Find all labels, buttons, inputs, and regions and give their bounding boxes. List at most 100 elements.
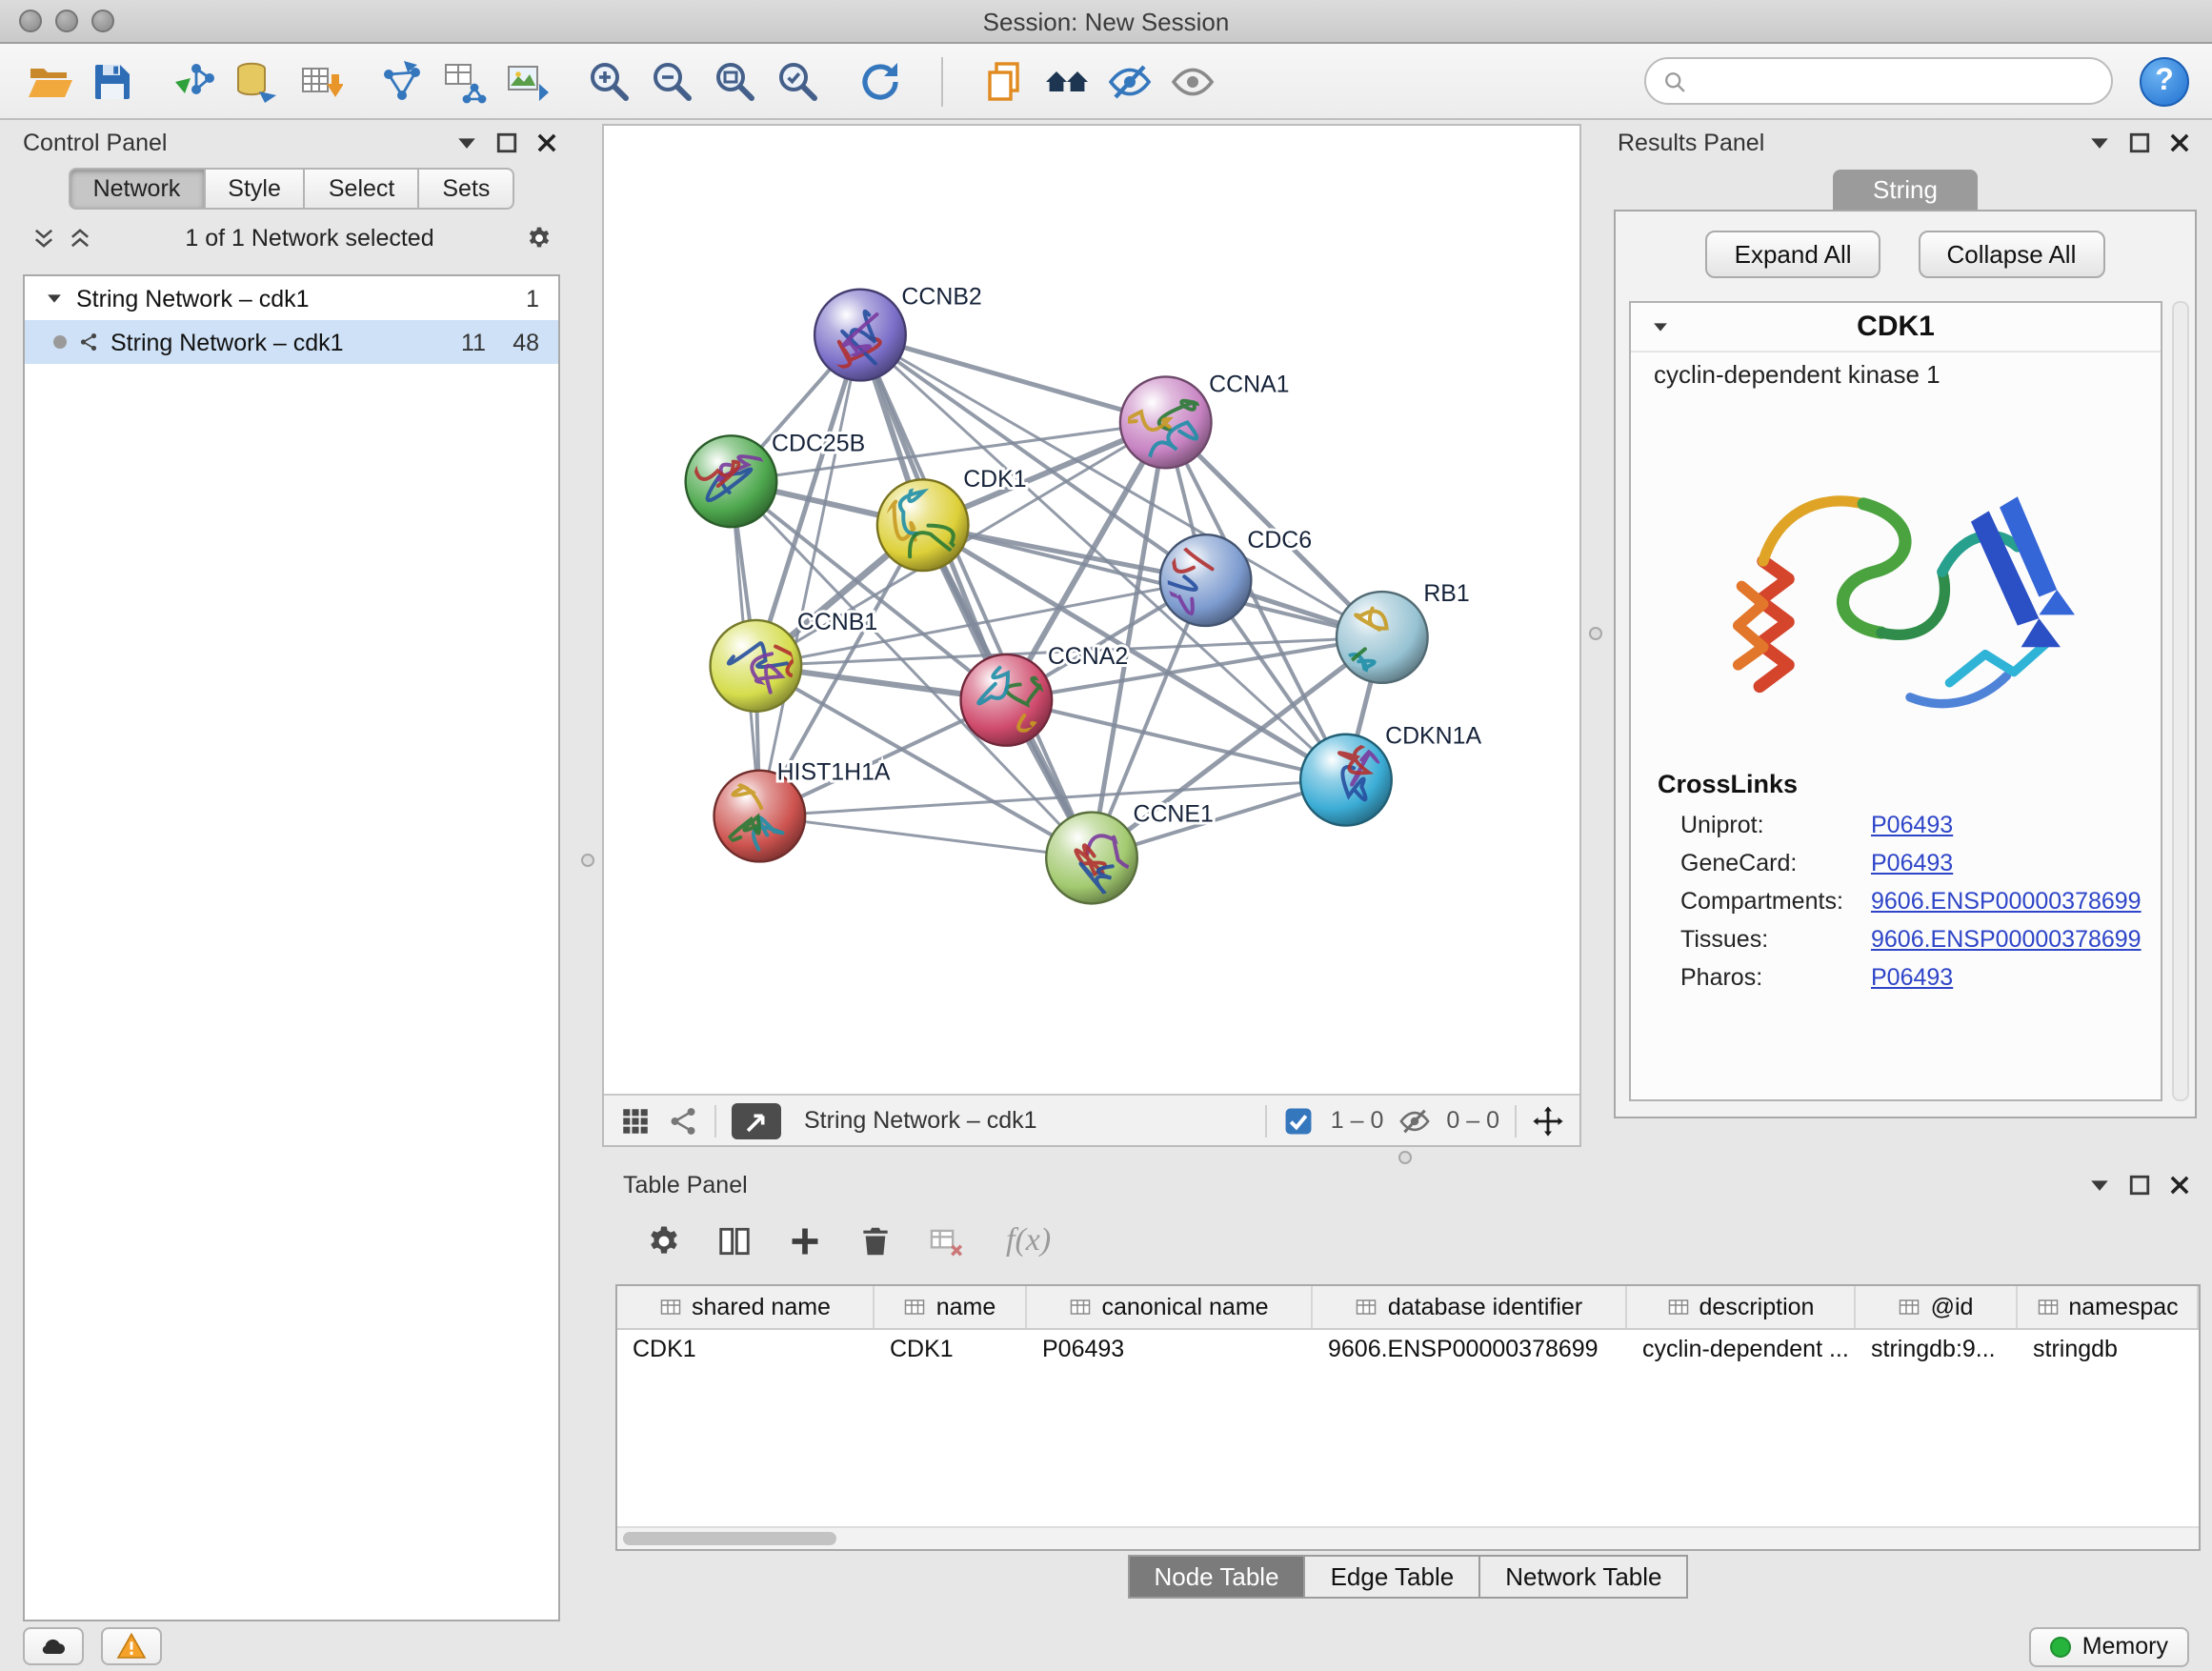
tab-sets[interactable]: Sets — [419, 168, 514, 210]
import-table-button[interactable] — [293, 54, 347, 108]
network-node-ccna2[interactable]: CCNA2 — [961, 643, 1129, 746]
panel-float-icon[interactable] — [493, 130, 520, 156]
panel-menu-icon[interactable] — [2086, 130, 2113, 156]
search-box[interactable] — [1644, 57, 2113, 105]
network-row[interactable]: String Network – cdk1 11 48 — [25, 320, 558, 364]
export-image-button[interactable] — [501, 54, 554, 108]
new-network-button[interactable] — [375, 54, 429, 108]
network-graph[interactable]: CCNB2CCNA1CDC25BCDK1CDC6RB1CCNB1CCNA2CDK… — [604, 126, 1579, 1094]
column-header--id[interactable]: @id — [1856, 1286, 2018, 1328]
homes-button[interactable] — [1040, 54, 1094, 108]
network-edge[interactable] — [759, 335, 860, 816]
search-input[interactable] — [1698, 68, 2096, 94]
network-node-ccnb2[interactable]: CCNB2 — [814, 284, 982, 381]
show-all-button[interactable] — [1166, 54, 1219, 108]
panel-float-icon[interactable] — [2126, 130, 2153, 156]
warnings-button[interactable] — [101, 1627, 162, 1665]
table-cell[interactable]: stringdb — [2018, 1330, 2199, 1372]
network-node-ccne1[interactable]: CCNE1 — [1046, 801, 1214, 904]
selected-checkbox-icon[interactable] — [1283, 1104, 1316, 1137]
network-canvas[interactable]: CCNB2CCNA1CDC25BCDK1CDC6RB1CCNB1CCNA2CDK… — [604, 126, 1579, 1094]
splitter-handle[interactable] — [1589, 627, 1602, 640]
network-node-ccna1[interactable]: CCNA1 — [1120, 371, 1290, 468]
table-cell[interactable]: CDK1 — [617, 1330, 875, 1372]
panel-menu-icon[interactable] — [2086, 1172, 2113, 1198]
delete-column-icon[interactable] — [857, 1222, 894, 1258]
column-header-shared-name[interactable]: shared name — [617, 1286, 875, 1328]
network-options-gear-icon[interactable] — [526, 225, 553, 252]
zoom-out-button[interactable] — [646, 54, 699, 108]
import-network-from-database-button[interactable] — [231, 54, 284, 108]
panel-close-icon[interactable] — [533, 130, 560, 156]
tab-style[interactable]: Style — [205, 168, 306, 210]
panel-float-icon[interactable] — [2126, 1172, 2153, 1198]
open-in-new-window-button[interactable] — [732, 1102, 781, 1138]
table-hscrollbar[interactable] — [617, 1526, 2199, 1549]
panel-close-icon[interactable] — [2166, 1172, 2193, 1198]
table-cell[interactable]: P06493 — [1027, 1330, 1313, 1372]
network-edge[interactable] — [860, 335, 1092, 858]
network-overview-icon[interactable] — [667, 1104, 699, 1137]
network-node-cdc25b[interactable]: CDC25B — [686, 430, 866, 527]
crosslink-link[interactable]: 9606.ENSP00000378699 — [1871, 888, 2142, 915]
tab-edge-table[interactable]: Edge Table — [1306, 1555, 1481, 1599]
splitter-handle[interactable] — [581, 854, 594, 867]
network-edge[interactable] — [759, 816, 1092, 858]
birdseye-view-icon[interactable] — [619, 1104, 652, 1137]
column-header-namespac[interactable]: namespac — [2018, 1286, 2199, 1328]
tab-network[interactable]: Network — [69, 168, 206, 210]
splitter-handle[interactable] — [1398, 1151, 1412, 1164]
zoom-fit-button[interactable] — [709, 54, 762, 108]
table-cell[interactable]: 9606.ENSP00000378699 — [1313, 1330, 1627, 1372]
memory-button[interactable]: Memory — [2029, 1626, 2189, 1666]
collapse-tree-icon[interactable] — [30, 225, 57, 252]
table-cell[interactable]: CDK1 — [875, 1330, 1027, 1372]
panel-menu-icon[interactable] — [453, 130, 480, 156]
window-zoom-button[interactable] — [91, 10, 114, 32]
add-column-icon[interactable] — [787, 1222, 823, 1258]
scrollbar-thumb[interactable] — [623, 1532, 836, 1545]
crosslink-link[interactable]: P06493 — [1871, 850, 1953, 876]
window-minimize-button[interactable] — [55, 10, 78, 32]
window-close-button[interactable] — [19, 10, 42, 32]
gene-expander-icon[interactable] — [1650, 316, 1671, 337]
documents-button[interactable] — [977, 54, 1031, 108]
crosslink-link[interactable]: P06493 — [1871, 964, 1953, 991]
tab-network-table[interactable]: Network Table — [1480, 1555, 1688, 1599]
crosslink-link[interactable]: P06493 — [1871, 812, 1953, 838]
column-header-name[interactable]: name — [875, 1286, 1027, 1328]
tab-string[interactable]: String — [1833, 170, 1978, 210]
hide-selected-button[interactable] — [1103, 54, 1156, 108]
show-columns-icon[interactable] — [716, 1222, 753, 1258]
import-network-from-file-button[interactable] — [168, 54, 221, 108]
function-builder-icon[interactable]: f(x) — [1006, 1221, 1051, 1259]
column-header-canonical-name[interactable]: canonical name — [1027, 1286, 1313, 1328]
results-scrollbar[interactable] — [2172, 301, 2189, 1101]
open-session-button[interactable] — [23, 54, 76, 108]
cloud-button[interactable] — [23, 1627, 84, 1665]
network-collection-row[interactable]: String Network – cdk1 1 — [25, 276, 558, 320]
column-header-database-identifier[interactable]: database identifier — [1313, 1286, 1627, 1328]
save-session-button[interactable] — [86, 54, 139, 108]
crosslink-link[interactable]: 9606.ENSP00000378699 — [1871, 926, 2142, 953]
table-cell[interactable]: stringdb:9... — [1856, 1330, 2018, 1372]
collapse-all-button[interactable]: Collapse All — [1919, 231, 2105, 278]
table-cell[interactable]: cyclin-dependent ... — [1627, 1330, 1856, 1372]
tab-select[interactable]: Select — [306, 168, 420, 210]
zoom-selected-button[interactable] — [772, 54, 825, 108]
table-row[interactable]: CDK1CDK1P064939606.ENSP00000378699cyclin… — [617, 1330, 2199, 1372]
tab-node-table[interactable]: Node Table — [1127, 1555, 1305, 1599]
hidden-eye-icon[interactable] — [1398, 1104, 1431, 1137]
zoom-in-button[interactable] — [583, 54, 636, 108]
refresh-button[interactable] — [854, 54, 907, 108]
column-header-description[interactable]: description — [1627, 1286, 1856, 1328]
expand-all-button[interactable]: Expand All — [1706, 231, 1880, 278]
table-settings-gear-icon[interactable] — [646, 1222, 682, 1258]
network-node-cdkn1a[interactable]: CDKN1A — [1300, 723, 1481, 826]
network-and-table-button[interactable] — [438, 54, 492, 108]
expand-tree-icon[interactable] — [67, 225, 93, 252]
collection-expander-icon[interactable] — [44, 288, 65, 309]
network-edge[interactable] — [1006, 700, 1346, 780]
panel-close-icon[interactable] — [2166, 130, 2193, 156]
pan-crosshair-icon[interactable] — [1532, 1104, 1564, 1137]
